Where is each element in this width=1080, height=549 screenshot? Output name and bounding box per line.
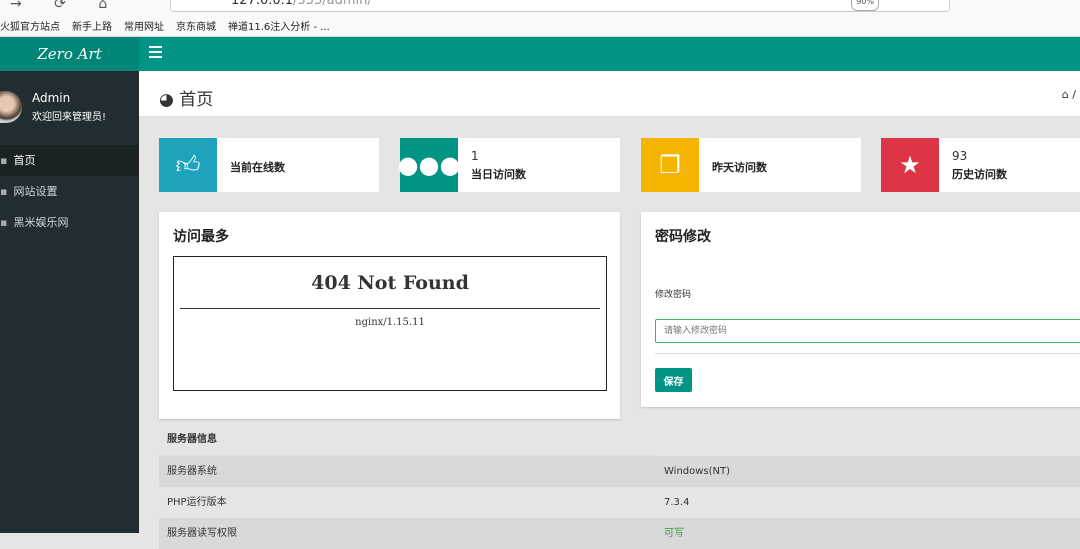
breadcrumb-sep: / bbox=[1072, 88, 1076, 101]
stat-label: 历史访问数 bbox=[952, 167, 1007, 181]
stat-card-online: 👍︎ 当前在线数 bbox=[159, 138, 379, 192]
breadcrumb: ⌂ / bbox=[1062, 88, 1076, 101]
bookmark[interactable]: 新手上路 bbox=[72, 18, 112, 33]
gear-icon: ▪ bbox=[0, 185, 8, 198]
panel-title: 访问最多 bbox=[173, 229, 229, 245]
link-icon: ▪ bbox=[0, 216, 8, 229]
thumbs-up-icon: 👍︎ bbox=[159, 138, 217, 192]
stat-card-history: ★ 93 历史访问数 bbox=[881, 138, 1080, 192]
menu-toggle-icon[interactable] bbox=[149, 46, 162, 60]
sidebar-item-heimi[interactable]: ▪ 黑米娱乐网 bbox=[0, 207, 139, 238]
table-row: 服务器读写权限 可写 bbox=[159, 518, 1080, 549]
error-title: 404 Not Found bbox=[311, 272, 469, 294]
stat-value: 93 bbox=[952, 148, 968, 163]
user-name: Admin bbox=[32, 91, 71, 105]
avatar bbox=[0, 91, 22, 123]
browser-chrome: → ⟳ ⌂ 127.0.0.1/333/admin/90% 火狐官方站点 新手上… bbox=[0, 0, 1080, 37]
server-info: 服务器信息 服务器系统 Windows(NT) PHP运行版本 7.3.4 服务器读… bbox=[159, 424, 1080, 549]
users-icon: ●●● bbox=[398, 138, 460, 192]
panel-title: 密码修改 bbox=[655, 229, 711, 245]
sidebar-item-label: 黑米娱乐网 bbox=[13, 216, 69, 229]
copy-icon: ❐ bbox=[641, 138, 699, 192]
top-header: Zero Art bbox=[0, 37, 1080, 71]
server-version: nginx/1.15.11 bbox=[355, 317, 425, 328]
server-info-title: 服务器信息 bbox=[159, 424, 655, 456]
logo[interactable]: Zero Art bbox=[0, 37, 139, 71]
browser-nav-icons[interactable]: → ⟳ ⌂ bbox=[10, 0, 121, 12]
row-key: PHP运行版本 bbox=[167, 497, 227, 508]
bookmarks-bar: 火狐官方站点 新手上路 常用网址 京东商城 禅道11.6注入分析 - ... bbox=[0, 18, 330, 33]
divider bbox=[655, 353, 1080, 354]
content-header: ◕ 首页 ⌂ / bbox=[139, 71, 1080, 117]
bookmark[interactable]: 禅道11.6注入分析 - ... bbox=[228, 18, 330, 33]
sidebar-item-settings[interactable]: ▪ 网站设置 bbox=[0, 176, 139, 207]
user-welcome: 欢迎回来管理员! bbox=[32, 112, 107, 123]
stat-label: 昨天访问数 bbox=[712, 160, 767, 174]
row-value: 7.3.4 bbox=[664, 497, 690, 508]
divider bbox=[180, 308, 600, 309]
sidebar-item-label: 首页 bbox=[13, 154, 36, 167]
table-row: PHP运行版本 7.3.4 bbox=[159, 487, 1080, 518]
dashboard-icon: ◕ bbox=[159, 90, 174, 110]
sidebar: Admin 欢迎回来管理员! ▪ 首页 ▪ 网站设置 ▪ 黑米娱乐网 bbox=[0, 71, 139, 533]
sidebar-menu: ▪ 首页 ▪ 网站设置 ▪ 黑米娱乐网 bbox=[0, 145, 139, 238]
row-value: 可写 bbox=[664, 528, 684, 539]
save-button[interactable]: 保存 bbox=[655, 368, 692, 392]
row-key: 服务器系统 bbox=[167, 466, 217, 477]
page-title-text: 首页 bbox=[179, 90, 214, 110]
home-icon[interactable]: ⌂ bbox=[1062, 88, 1069, 101]
most-visited-panel: 访问最多 404 Not Found nginx/1.15.11 bbox=[159, 212, 620, 419]
embedded-frame: 404 Not Found nginx/1.15.11 bbox=[173, 256, 607, 391]
stat-card-today: ●●● 1 当日访问数 bbox=[398, 138, 620, 192]
password-label: 修改密码 bbox=[655, 290, 692, 300]
sidebar-item-label: 网站设置 bbox=[13, 185, 58, 198]
table-row: 服务器系统 Windows(NT) bbox=[159, 456, 1080, 487]
stat-value: 1 bbox=[471, 148, 479, 163]
zoom-level[interactable]: 90% bbox=[851, 0, 879, 11]
star-icon: ★ bbox=[881, 138, 939, 192]
url-host: 127.0.0.1 bbox=[231, 0, 294, 8]
row-key: 服务器读写权限 bbox=[167, 528, 237, 539]
url-bar[interactable]: 127.0.0.1/333/admin/90% bbox=[170, 0, 950, 12]
stat-label: 当日访问数 bbox=[471, 167, 526, 181]
bookmark[interactable]: 京东商城 bbox=[176, 18, 216, 33]
password-input[interactable] bbox=[655, 319, 1080, 343]
bookmark[interactable]: 常用网址 bbox=[124, 18, 164, 33]
user-panel: Admin 欢迎回来管理员! bbox=[0, 91, 106, 123]
bookmark[interactable]: 火狐官方站点 bbox=[0, 18, 60, 33]
row-value: Windows(NT) bbox=[664, 466, 731, 477]
server-info-table: 服务器系统 Windows(NT) PHP运行版本 7.3.4 服务器读写权限 可写 bbox=[159, 456, 1080, 549]
url-path: /333/admin/ bbox=[293, 0, 372, 8]
home-icon: ▪ bbox=[0, 154, 8, 167]
sidebar-item-home[interactable]: ▪ 首页 bbox=[0, 145, 139, 176]
stat-label: 当前在线数 bbox=[230, 160, 285, 174]
password-panel: 密码修改 修改密码 保存 bbox=[641, 212, 1080, 407]
page-title: ◕ 首页 bbox=[159, 85, 213, 110]
stat-card-yesterday: ❐ 昨天访问数 bbox=[641, 138, 861, 192]
